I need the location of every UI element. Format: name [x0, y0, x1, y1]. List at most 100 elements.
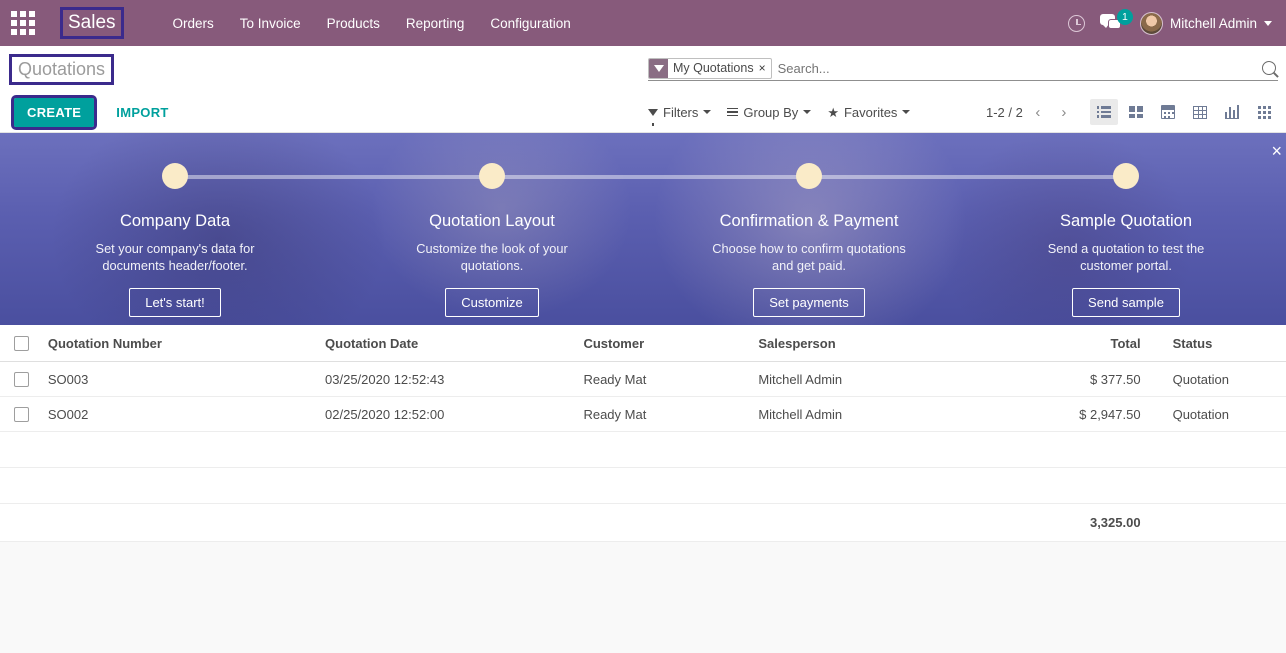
page-background — [0, 542, 1286, 623]
step-description: Customize the look of your quotations. — [416, 241, 568, 274]
cell-quotation-number[interactable]: SO002 — [39, 396, 318, 433]
onboarding-step-quotation-layout: Quotation Layout Customize the look of y… — [392, 163, 592, 317]
set-payments-button[interactable]: Set payments — [753, 287, 865, 317]
filters-dropdown[interactable]: Filters — [648, 104, 712, 126]
step-dot-icon — [1113, 163, 1139, 189]
magnifier-icon[interactable] — [1262, 61, 1276, 75]
quotations-list: Quotation Number Quotation Date Customer… — [0, 325, 1286, 543]
row-checkbox[interactable] — [14, 407, 29, 423]
activity-grid-icon — [1257, 105, 1271, 119]
breadcrumb[interactable]: Quotations — [8, 53, 115, 85]
lets-start-button[interactable]: Let's start! — [129, 287, 221, 317]
list-icon — [1096, 106, 1112, 118]
chevron-down-icon — [803, 110, 812, 114]
main-menu: Orders To Invoice Products Reporting Con… — [160, 10, 584, 37]
select-all-header — [0, 325, 40, 363]
footer-total-value: 3,325.00 — [1021, 503, 1149, 543]
control-panel: Quotations My Quotations × CREATE IMPORT… — [0, 46, 1286, 133]
cell-salesperson[interactable]: Mitchell Admin — [750, 361, 1022, 398]
view-button-kanban[interactable] — [1122, 99, 1150, 125]
view-button-activity[interactable] — [1250, 99, 1278, 125]
step-title: Company Data — [119, 212, 231, 230]
pager: 1-2 / 2 ‹ › — [986, 101, 1075, 123]
cell-quotation-date[interactable]: 02/25/2020 12:52:00 — [317, 396, 576, 433]
group-by-dropdown[interactable]: Group By — [727, 104, 812, 120]
filter-funnel-icon — [649, 58, 668, 78]
pager-next-button[interactable]: › — [1053, 101, 1075, 123]
cell-total[interactable]: $ 2,947.50 — [1021, 396, 1149, 433]
messaging-badge: 1 — [1116, 9, 1133, 25]
pivot-table-icon — [1193, 105, 1207, 119]
app-brand-label[interactable]: Sales — [60, 7, 124, 39]
chevron-down-icon — [703, 110, 712, 114]
breadcrumb-title[interactable]: Quotations — [8, 53, 115, 85]
menu-item-reporting[interactable]: Reporting — [393, 10, 478, 37]
step-dot-icon — [796, 163, 822, 189]
view-button-calendar[interactable] — [1154, 99, 1182, 125]
favorites-dropdown[interactable]: ★ Favorites — [827, 104, 911, 120]
pager-value[interactable]: 1-2 / 2 — [986, 105, 1023, 120]
avatar — [1139, 11, 1163, 35]
view-button-list[interactable] — [1090, 99, 1118, 125]
cell-customer[interactable]: Ready Mat — [575, 396, 751, 433]
table-row[interactable]: SO002 02/25/2020 12:52:00 Ready Mat Mitc… — [0, 396, 1286, 433]
onboarding-step-company-data: Company Data Set your company's data for… — [75, 163, 275, 317]
close-icon[interactable]: × — [759, 59, 771, 78]
column-header-quotation-date[interactable]: Quotation Date — [317, 325, 576, 363]
cell-quotation-date[interactable]: 03/25/2020 12:52:43 — [317, 361, 576, 398]
cell-quotation-number[interactable]: SO003 — [39, 361, 318, 398]
import-button[interactable]: IMPORT — [116, 105, 168, 120]
cell-customer[interactable]: Ready Mat — [575, 361, 751, 398]
search-facet-my-quotations[interactable]: My Quotations × — [648, 57, 772, 79]
chevron-down-icon — [1264, 20, 1272, 26]
view-button-pivot[interactable] — [1186, 99, 1214, 125]
table-row[interactable]: SO003 03/25/2020 12:52:43 Ready Mat Mitc… — [0, 361, 1286, 398]
control-panel-bottom-row: CREATE IMPORT Filters Group By ★ Favorit… — [0, 92, 1286, 132]
navbar-right-cluster: 1 Mitchell Admin — [1060, 0, 1278, 46]
activities-button[interactable] — [1060, 6, 1094, 40]
cell-total[interactable]: $ 377.50 — [1021, 361, 1149, 398]
favorites-label: Favorites — [843, 104, 898, 120]
messaging-button[interactable]: 1 — [1096, 6, 1133, 40]
menu-item-products[interactable]: Products — [314, 10, 393, 37]
cell-status[interactable]: Quotation — [1148, 396, 1286, 433]
user-name-label: Mitchell Admin — [1169, 15, 1257, 31]
user-menu[interactable]: Mitchell Admin — [1132, 11, 1278, 35]
table-header: Quotation Number Quotation Date Customer… — [0, 325, 1286, 363]
search-bar[interactable]: My Quotations × — [648, 56, 1278, 81]
apps-menu-button[interactable] — [0, 0, 46, 46]
send-sample-button[interactable]: Send sample — [1072, 287, 1180, 317]
menu-item-to-invoice[interactable]: To Invoice — [227, 10, 314, 37]
view-button-graph[interactable] — [1218, 99, 1246, 125]
pager-previous-button[interactable]: ‹ — [1027, 101, 1049, 123]
filter-funnel-icon — [648, 108, 658, 126]
step-description: Send a quotation to test the customer po… — [1047, 241, 1205, 274]
search-input[interactable] — [771, 60, 1262, 76]
step-dot-icon — [479, 163, 505, 189]
menu-item-configuration[interactable]: Configuration — [477, 10, 583, 37]
menu-item-orders[interactable]: Orders — [160, 10, 227, 37]
column-header-total[interactable]: Total — [1021, 325, 1149, 363]
column-header-customer[interactable]: Customer — [575, 325, 751, 363]
cell-status[interactable]: Quotation — [1148, 361, 1286, 398]
column-header-status[interactable]: Status — [1148, 325, 1286, 363]
step-title: Quotation Layout — [429, 212, 555, 230]
column-header-salesperson[interactable]: Salesperson — [750, 325, 1022, 363]
create-button[interactable]: CREATE — [10, 94, 98, 130]
step-description: Choose how to confirm quotations and get… — [712, 241, 906, 274]
customize-button[interactable]: Customize — [445, 287, 539, 317]
star-icon: ★ — [827, 104, 839, 120]
messaging-icon: 1 — [1099, 9, 1133, 33]
bar-chart-icon — [1224, 104, 1240, 119]
select-all-checkbox[interactable] — [14, 336, 29, 352]
row-checkbox[interactable] — [14, 372, 29, 388]
column-header-quotation-number[interactable]: Quotation Number — [39, 325, 318, 363]
app-brand[interactable]: Sales — [60, 7, 124, 39]
onboarding-banner: × Company Data Set your company's data f… — [0, 133, 1286, 325]
create-button-wrap: CREATE — [10, 94, 98, 130]
calendar-icon — [1161, 105, 1175, 119]
step-title: Confirmation & Payment — [719, 212, 899, 230]
filters-label: Filters — [663, 104, 699, 120]
group-by-label: Group By — [743, 104, 799, 120]
cell-salesperson[interactable]: Mitchell Admin — [750, 396, 1022, 433]
